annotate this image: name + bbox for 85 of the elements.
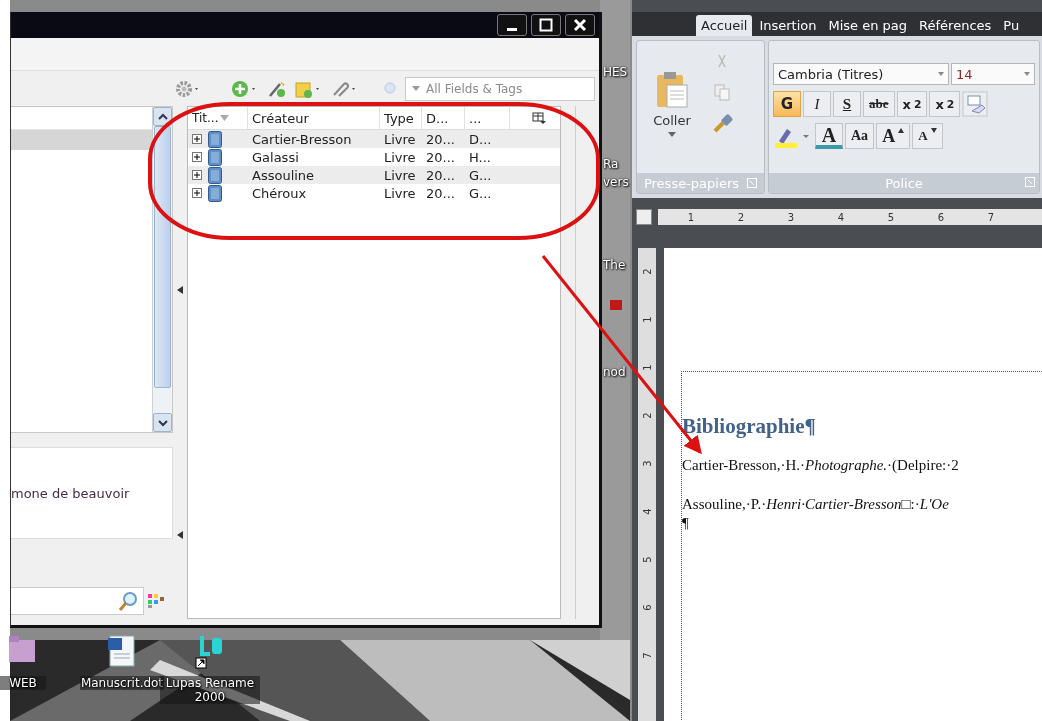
maximize-icon [539,18,553,32]
desktop-icon-label[interactable]: WEB [0,676,46,690]
ribbon-tab[interactable]: Accueil [696,15,753,36]
tag-filter-field[interactable] [11,587,144,615]
table-cell-text: 20... [425,131,456,147]
caret-icon [930,128,937,133]
table-cell-text: H... [468,149,492,165]
expand-icon[interactable] [192,152,202,162]
font-tool-button[interactable]: A [912,123,943,149]
tab-stop-button[interactable] [636,209,652,225]
bibliography-entry: ¶ [682,515,690,532]
group-label: Presse-papiers [643,175,740,191]
format-button[interactable]: G [773,91,801,117]
expand-icon[interactable] [192,188,202,198]
clipboard-icon [655,71,689,109]
caret-icon [412,85,420,92]
book-icon [208,184,222,202]
table-cell-text: Cartier-Bresson [251,131,353,147]
table-cell-text: Chéroux [251,185,308,201]
note-text: mone de beauvoir [11,447,173,539]
search-field[interactable]: All Fields & Tags [405,76,595,101]
table-cell-text: Livre [383,131,417,147]
column-header[interactable]: Tit... [192,111,219,125]
table-cell-text: Galassi [251,149,300,165]
column-header[interactable]: ... [465,107,510,129]
scrollbar[interactable] [152,107,172,432]
close-icon [573,18,587,32]
ribbon-tab[interactable]: Pu [998,15,1025,36]
sort-icon[interactable] [220,115,230,121]
table-cell-text: Assouline [251,167,316,183]
column-picker-icon[interactable] [532,112,546,124]
bibliography-entry: Cartier-Bresson,·H.·Photographe.·(Delpire:·2 [682,457,960,474]
table-cell-text: Livre [383,149,417,165]
minimize-button[interactable] [497,14,527,36]
table-cell-text: Livre [383,185,417,201]
format-button[interactable]: abe [863,91,895,117]
expand-icon[interactable] [192,170,202,180]
minimize-icon [507,27,517,31]
table-cell-text: 20... [425,167,456,183]
column-header[interactable]: Type [380,107,422,129]
tag-colors-icon[interactable] [148,594,164,608]
caret-icon [668,132,676,137]
book-icon [208,166,222,184]
maximize-button[interactable] [531,14,561,36]
caret-icon [898,128,905,133]
ribbon-tab[interactable]: Mise en pag [823,15,913,36]
book-icon [208,130,222,148]
document-icon[interactable] [106,634,138,670]
close-button[interactable] [565,14,595,36]
font-tool-button[interactable]: A [876,123,911,149]
vertical-ruler: 2 1 1 2 3 4 5 6 7 [638,248,656,721]
paste-button[interactable]: Coller [637,41,707,173]
brush-icon[interactable] [713,113,733,133]
gear-button[interactable] [175,79,201,98]
format-button[interactable]: S [833,91,861,117]
font-name-field[interactable]: Cambria (Titres) [773,63,949,85]
ribbon-tab[interactable]: Insertion [754,15,822,36]
group-label: Police [885,175,923,191]
font-tool-button[interactable]: A [815,123,843,149]
table-cell-text: G... [468,167,493,183]
column-header[interactable]: Créateur [248,107,380,129]
caret-icon [1024,72,1030,76]
collapse-arrow-icon[interactable] [177,286,183,294]
column-header[interactable]: D... [422,107,465,129]
format-button[interactable]: I [803,91,831,117]
collapse-arrow-icon[interactable] [177,531,183,539]
font-tool-button[interactable]: Aa [845,123,875,149]
ribbon-tab[interactable]: Références [914,15,997,36]
scroll-down-icon[interactable] [157,418,168,427]
table-cell-text: 20... [425,149,456,165]
clear-format-icon[interactable] [962,91,989,117]
table-cell-text: 20... [425,185,456,201]
table-cell-text: Livre [383,167,417,183]
book-icon [208,148,222,166]
scroll-up-icon[interactable] [157,112,168,121]
bibliography-entry: Assouline,·P.·Henri·Cartier-Bresson□:·L'Oe [682,496,950,513]
search-icon [117,590,139,612]
horizontal-ruler: 1 2 3 4 5 6 7 [658,209,1042,225]
table-cell-text: G... [468,185,493,201]
caret-icon [938,72,944,76]
document-heading: Bibliographie¶ [682,414,817,439]
table-cell-text: D... [468,131,493,147]
expand-icon[interactable] [192,134,202,144]
font-size-field[interactable]: 14 [951,63,1035,85]
search-icon [383,80,397,97]
